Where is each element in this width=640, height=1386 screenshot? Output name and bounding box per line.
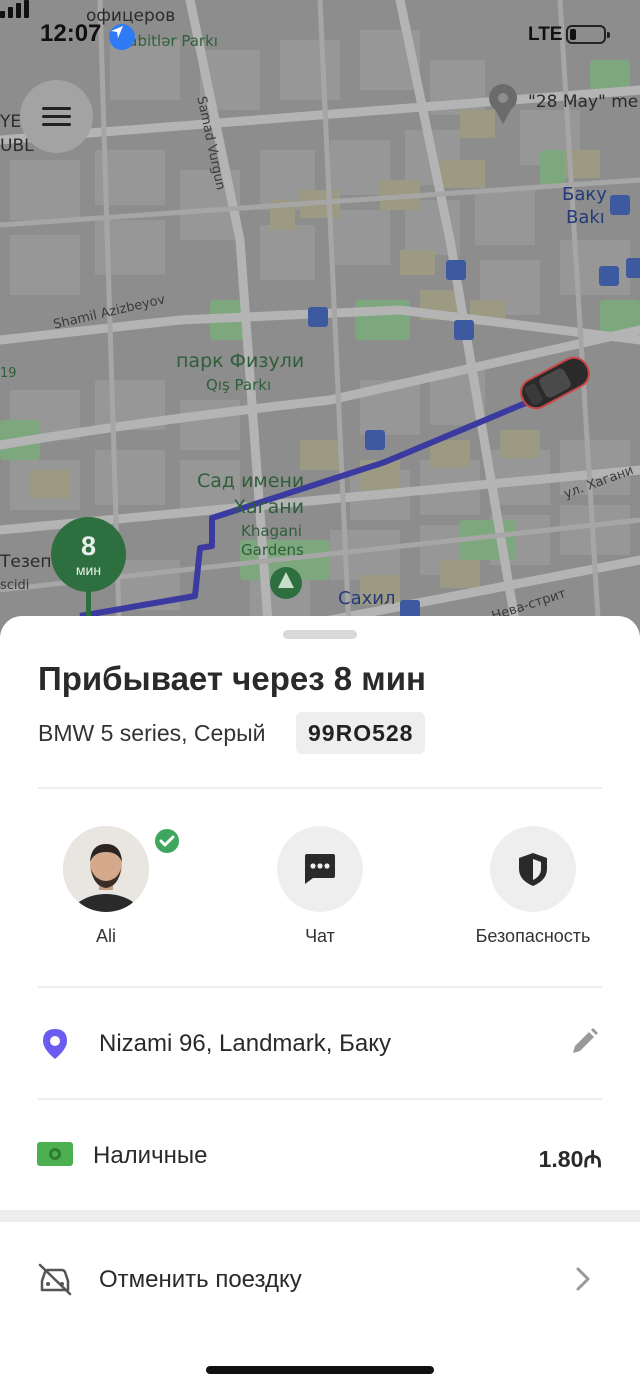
signal-icon	[0, 0, 29, 18]
map-label-edge-ye: YE	[0, 112, 22, 132]
chat-circle	[277, 826, 363, 912]
verified-badge-icon	[152, 826, 182, 856]
map-label-gardens: Gardens	[241, 541, 304, 559]
car-cancel-icon	[38, 1263, 72, 1296]
safety-button[interactable]: Безопасность	[453, 826, 613, 947]
chat-button[interactable]: Чат	[240, 826, 400, 947]
cancel-ride-label: Отменить поездку	[99, 1266, 302, 1293]
license-plate: 99RO528	[296, 712, 426, 754]
arrival-title: Прибывает через 8 мин	[38, 660, 426, 697]
driver-name: Ali	[95, 926, 116, 946]
map-label-sad-imeni: Сад имени	[197, 470, 305, 492]
divider	[38, 787, 602, 789]
map-label-sahil: Сахил	[338, 588, 396, 609]
payment-row[interactable]: Наличные 1.80₼	[0, 1124, 640, 1184]
map-label-baku-az: Bakı	[566, 207, 605, 228]
map-label-qis-parki: Qış Parkı	[206, 376, 272, 394]
destination-row[interactable]: Nizami 96, Landmark, Баку	[0, 1014, 640, 1074]
payment-method: Наличные	[93, 1142, 208, 1169]
map-label-scidi: scidi	[0, 578, 30, 593]
location-arrow-icon	[109, 24, 135, 50]
location-pin-icon	[43, 1029, 67, 1059]
map-label-baku-ru: Баку	[562, 184, 607, 205]
home-indicator[interactable]	[206, 1366, 434, 1374]
sheet-drag-handle[interactable]	[283, 630, 357, 639]
hamburger-menu-icon	[42, 107, 71, 110]
destination-address: Nizami 96, Landmark, Баку	[99, 1030, 391, 1057]
map-label-park-fizuli: парк Физули	[176, 350, 305, 372]
chat-label: Чат	[305, 926, 335, 946]
cash-icon	[37, 1142, 73, 1166]
map-label-28-may: "28 May" me	[528, 92, 639, 112]
section-separator	[0, 1210, 640, 1222]
safety-label: Безопасность	[475, 926, 591, 946]
safety-circle	[490, 826, 576, 912]
eta-badge: 8 мин	[51, 517, 126, 592]
edit-pencil-icon[interactable]	[568, 1026, 600, 1058]
shield-icon	[519, 853, 547, 886]
eta-unit: мин	[75, 562, 102, 578]
map-label-num19: 19	[0, 366, 17, 381]
ride-sheet: Прибывает через 8 мин BMW 5 series, Серы…	[0, 616, 640, 1386]
network-type: LTE	[528, 24, 563, 45]
map-label-khagani-en: Khagani	[241, 522, 302, 540]
menu-button[interactable]	[20, 80, 93, 153]
car-description: BMW 5 series, Серый	[38, 720, 266, 746]
chevron-right-icon	[576, 1267, 590, 1291]
status-time: 12:07	[40, 20, 102, 47]
chat-icon	[305, 854, 335, 884]
map-view[interactable]: офицеров Zabitlər Parkı Samad Vurgun "28…	[0, 0, 640, 650]
divider	[38, 1098, 602, 1100]
eta-number: 8	[80, 531, 97, 561]
battery-icon	[566, 25, 610, 44]
map-label-khagani-ru: Хагани	[233, 496, 305, 518]
cancel-ride-row[interactable]: Отменить поездку	[0, 1249, 640, 1309]
driver-button[interactable]: Ali	[26, 826, 186, 947]
ride-price: 1.80₼	[538, 1146, 602, 1172]
driver-avatar	[63, 826, 149, 912]
divider	[38, 986, 602, 988]
